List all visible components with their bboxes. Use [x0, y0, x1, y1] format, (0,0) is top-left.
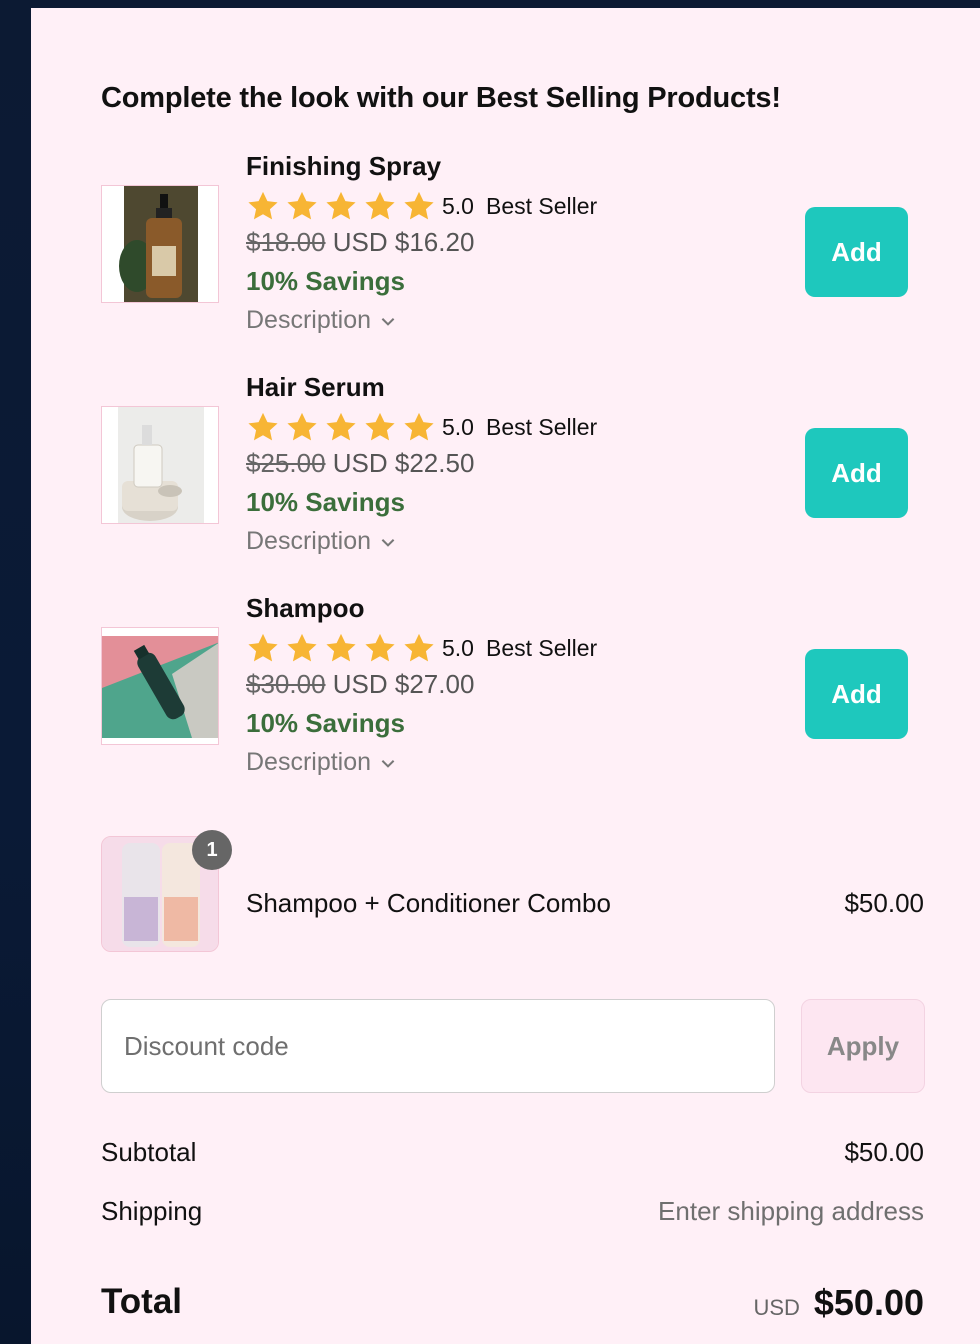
star-icon: [248, 191, 278, 220]
rating-row: 5.0 Best Seller: [246, 631, 597, 665]
star-icon: [248, 633, 278, 662]
subtotal-row: Subtotal $50.00: [101, 1137, 924, 1168]
sale-price: USD $16.20: [332, 227, 475, 257]
product-name: Shampoo: [246, 593, 365, 623]
total-value: USD $50.00: [753, 1282, 924, 1324]
product-name: Hair Serum: [246, 372, 385, 402]
add-button[interactable]: Add: [805, 649, 908, 739]
total-amount: $50.00: [813, 1282, 924, 1323]
best-seller-badge: Best Seller: [485, 413, 598, 440]
star-icon: [326, 191, 356, 220]
shipping-label: Shipping: [101, 1196, 203, 1226]
description-toggle[interactable]: Description: [246, 527, 397, 556]
best-seller-badge: Best Seller: [485, 634, 598, 661]
cart-line-item: 1 Shampoo + Conditioner Combo $50.00: [101, 830, 924, 952]
upsell-heading: Complete the look with our Best Selling …: [101, 82, 781, 114]
star-icon: [248, 412, 278, 441]
product-image[interactable]: [101, 627, 219, 745]
star-icon: [326, 412, 356, 441]
star-icon: [404, 191, 434, 220]
add-button[interactable]: Add: [805, 207, 908, 297]
savings-label: 10% Savings: [246, 708, 405, 738]
apply-button[interactable]: Apply: [801, 999, 925, 1093]
sale-price: USD $22.50: [332, 448, 475, 478]
cart-item-price: $50.00: [844, 888, 924, 918]
savings-label: 10% Savings: [246, 266, 405, 296]
upsell-product-shampoo: Shampoo 5.0 Best Seller $30.00 USD $27.0…: [101, 593, 941, 793]
star-rating: [246, 410, 436, 444]
rating-score: 5.0: [442, 413, 474, 440]
star-icon: [404, 412, 434, 441]
checkout-panel: Complete the look with our Best Selling …: [31, 8, 980, 1344]
original-price: $30.00: [246, 669, 326, 699]
star-icon: [365, 191, 395, 220]
rating-score: 5.0: [442, 192, 474, 219]
add-button[interactable]: Add: [805, 428, 908, 518]
rating-row: 5.0 Best Seller: [246, 410, 597, 444]
total-currency: USD: [753, 1295, 800, 1320]
subtotal-label: Subtotal: [101, 1137, 197, 1167]
price-row: $25.00 USD $22.50: [246, 448, 474, 479]
upsell-product-hair-serum: Hair Serum 5.0 Best Seller $25.00 USD $2…: [101, 372, 941, 572]
shipping-value: Enter shipping address: [658, 1196, 924, 1226]
finishing-spray-image: [119, 186, 198, 302]
cart-item-name: Shampoo + Conditioner Combo: [246, 888, 611, 918]
description-toggle[interactable]: Description: [246, 306, 397, 335]
discount-code-input[interactable]: [101, 999, 775, 1093]
original-price: $25.00: [246, 448, 326, 478]
subtotal-value: $50.00: [844, 1137, 924, 1167]
quantity-badge: 1: [192, 830, 232, 870]
star-icon: [365, 633, 395, 662]
star-icon: [287, 191, 317, 220]
product-name: Finishing Spray: [246, 151, 442, 181]
shampoo-image: [102, 636, 218, 738]
star-icon: [326, 633, 356, 662]
description-toggle[interactable]: Description: [246, 748, 397, 777]
star-icon: [287, 412, 317, 441]
total-label: Total: [101, 1282, 183, 1321]
star-rating: [246, 631, 436, 665]
star-icon: [287, 633, 317, 662]
description-label: Description: [246, 527, 372, 555]
star-rating: [246, 189, 436, 223]
description-label: Description: [246, 748, 372, 776]
rating-score: 5.0: [442, 634, 474, 661]
savings-label: 10% Savings: [246, 487, 405, 517]
best-seller-badge: Best Seller: [485, 192, 598, 219]
sale-price: USD $27.00: [332, 669, 475, 699]
rating-row: 5.0 Best Seller: [246, 189, 597, 223]
price-row: $18.00 USD $16.20: [246, 227, 474, 258]
shipping-row: Shipping Enter shipping address: [101, 1196, 924, 1227]
chevron-down-icon: [381, 538, 395, 547]
chevron-down-icon: [381, 759, 395, 768]
product-image[interactable]: [101, 406, 219, 524]
price-row: $30.00 USD $27.00: [246, 669, 474, 700]
star-icon: [365, 412, 395, 441]
description-label: Description: [246, 306, 372, 334]
upsell-product-finishing-spray: Finishing Spray 5.0 Best Seller $18.00 U…: [101, 151, 941, 351]
original-price: $18.00: [246, 227, 326, 257]
chevron-down-icon: [381, 317, 395, 326]
star-icon: [404, 633, 434, 662]
product-image[interactable]: [101, 185, 219, 303]
hair-serum-image: [118, 407, 204, 523]
